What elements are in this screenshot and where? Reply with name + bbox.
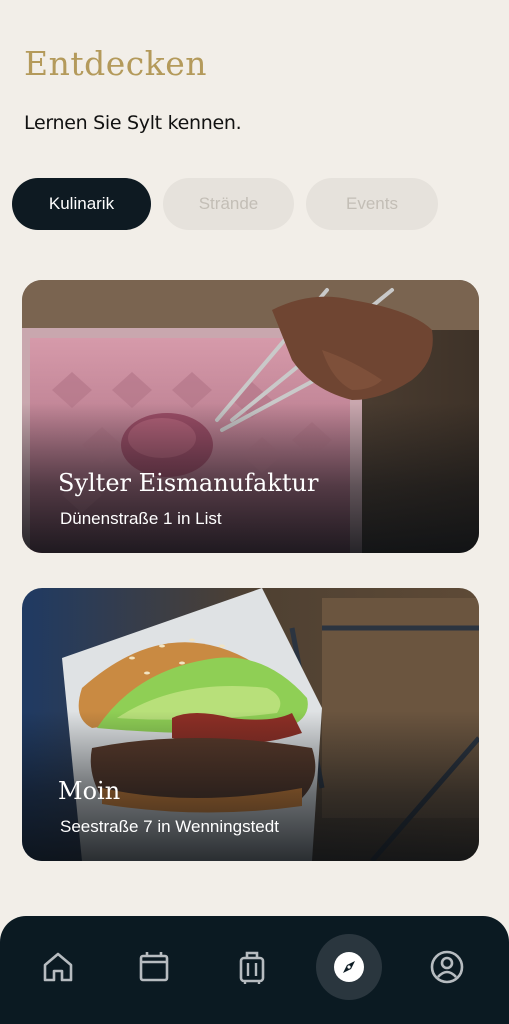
card-title: Moin <box>58 777 121 805</box>
luggage-icon <box>239 951 265 984</box>
calendar-icon <box>139 952 169 982</box>
tab-straende[interactable]: Strände <box>163 178 294 230</box>
profile-icon <box>430 950 464 984</box>
card-address: Dünenstraße 1 in List <box>60 509 222 528</box>
card-moin[interactable]: Moin Seestraße 7 in Wenningstedt <box>22 588 479 861</box>
bottom-navigation <box>0 916 509 1024</box>
page-title: Entdecken <box>24 44 208 83</box>
page-subtitle: Lernen Sie Sylt kennen. <box>24 112 242 134</box>
nav-profile[interactable] <box>414 934 480 1000</box>
tab-kulinarik[interactable]: Kulinarik <box>12 178 151 230</box>
home-icon <box>43 952 73 982</box>
nav-luggage[interactable] <box>219 934 285 1000</box>
nav-calendar[interactable] <box>121 934 187 1000</box>
tab-events[interactable]: Events <box>306 178 438 230</box>
nav-discover[interactable] <box>316 934 382 1000</box>
compass-icon <box>334 952 364 982</box>
card-title: Sylter Eismanufaktur <box>58 469 319 497</box>
card-eismanufaktur[interactable]: Sylter Eismanufaktur Dünenstraße 1 in Li… <box>22 280 479 553</box>
nav-home[interactable] <box>25 934 91 1000</box>
card-address: Seestraße 7 in Wenningstedt <box>60 817 279 836</box>
